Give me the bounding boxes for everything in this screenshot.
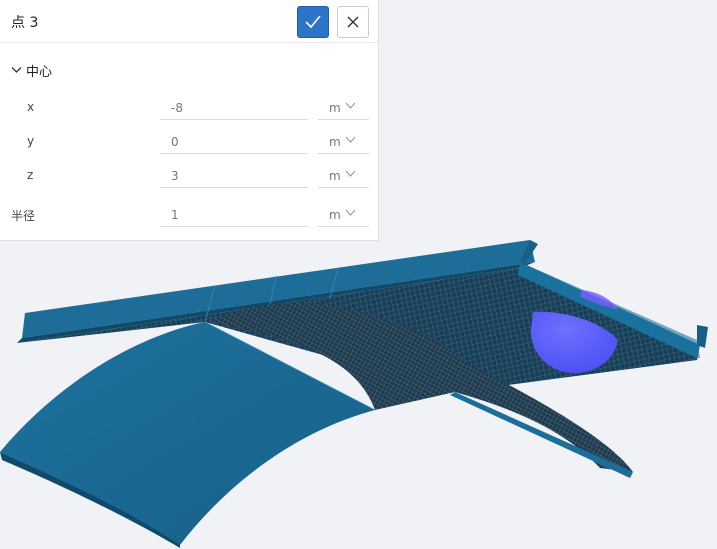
field-radius-unit: m <box>329 208 341 222</box>
check-icon <box>305 15 321 29</box>
field-x-label: x <box>27 100 35 114</box>
field-y-value: 0 <box>171 135 179 149</box>
field-radius-unit-select[interactable]: m <box>318 203 369 227</box>
field-x-value: -8 <box>171 101 183 115</box>
section-center-label: 中心 <box>26 64 53 80</box>
field-y-label: y <box>27 134 35 148</box>
field-y-unit-select[interactable]: m <box>318 130 369 154</box>
field-z-unit: m <box>329 169 341 183</box>
confirm-button[interactable] <box>297 6 329 38</box>
field-z-unit-select[interactable]: m <box>318 164 369 188</box>
field-z-label: z <box>27 168 34 182</box>
field-y-unit: m <box>329 135 341 149</box>
field-z-input[interactable]: 3 <box>160 164 308 188</box>
field-z-value: 3 <box>171 169 179 183</box>
panel-header: 点 3 <box>0 0 379 43</box>
close-button[interactable] <box>337 6 369 38</box>
chevron-down-icon <box>345 209 356 216</box>
chevron-down-icon <box>11 67 22 73</box>
point-properties-panel: 点 3 中心 x -8 m y 0 m z 3 m 半径 1 m <box>0 0 379 241</box>
field-radius-input[interactable]: 1 <box>160 203 308 227</box>
field-x-unit-select[interactable]: m <box>318 96 369 120</box>
close-icon <box>347 16 359 28</box>
field-radius-label: 半径 <box>11 209 36 223</box>
panel-title: 点 3 <box>11 15 39 31</box>
field-y-input[interactable]: 0 <box>160 130 308 154</box>
field-radius-value: 1 <box>171 208 179 222</box>
chevron-down-icon <box>345 102 356 109</box>
field-x-unit: m <box>329 101 341 115</box>
section-center-toggle[interactable]: 中心 <box>11 60 52 80</box>
field-x-input[interactable]: -8 <box>160 96 308 120</box>
chevron-down-icon <box>345 136 356 143</box>
chevron-down-icon <box>345 170 356 177</box>
